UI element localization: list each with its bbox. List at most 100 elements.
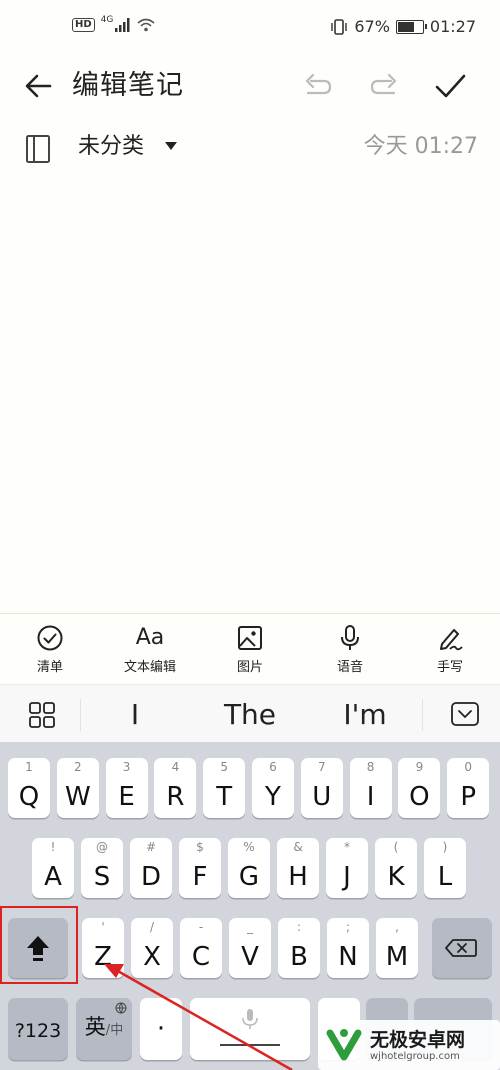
key-letter: L [437,862,453,892]
numbers-key-label: ?123 [14,1020,62,1042]
notebook-icon[interactable] [24,134,52,164]
key-hint: & [293,840,303,854]
save-button[interactable] [428,64,472,108]
key-m[interactable]: ,M [376,918,418,978]
logo-icon [326,1029,362,1061]
shift-key[interactable] [8,918,68,978]
key-x[interactable]: / X [131,918,173,978]
key-letter: U [312,782,332,812]
category-selector[interactable]: 未分类 [78,132,144,162]
dot-key-label: · [156,1014,166,1044]
key-hint: # [145,840,157,854]
key-t[interactable]: 5T [203,758,246,818]
key-hint: % [243,840,255,854]
dropdown-caret-icon[interactable] [164,138,178,152]
voice-button[interactable]: 语音 [300,614,400,684]
key-hint: : [296,920,302,934]
handwriting-label: 手写 [436,659,463,675]
redo-button[interactable] [362,64,406,108]
key-letter: I [366,782,375,812]
key-hint: 2 [73,760,82,774]
clock: 01:27 [429,17,476,36]
space-bar-line [220,1044,280,1046]
key-letter: F [192,862,208,892]
collapse-keyboard-icon[interactable] [450,701,480,727]
key-i[interactable]: 8I [349,758,392,818]
suggestion-1[interactable]: I [100,695,170,735]
signal-icon [115,18,130,32]
key-hint: 9 [415,760,424,774]
key-letter: V [241,942,259,972]
key-n[interactable]: ; N [327,918,369,978]
key-b[interactable]: :B [278,918,320,978]
key-letter: O [409,782,430,812]
hd-badge: HD [72,18,95,32]
key-p[interactable]: 0P [447,758,490,818]
key-h[interactable]: & H [277,838,319,898]
divider [80,699,81,731]
key-q[interactable]: 1Q [8,758,50,818]
numbers-key[interactable]: ?123 [8,998,68,1060]
key-letter: A [44,862,62,892]
back-button[interactable] [18,64,62,108]
checklist-button[interactable]: 清单 [0,614,100,684]
key-letter: Y [265,782,281,812]
key-letter: W [64,782,91,812]
handwriting-button[interactable]: 手写 [400,614,500,684]
text-format-button[interactable]: Aa 文本编辑 [100,614,200,684]
page-title: 编辑笔记 [72,70,184,101]
checklist-icon [37,625,63,650]
key-k[interactable]: (K [375,838,417,898]
key-hint: - [198,920,204,934]
key-hint: / [149,920,155,934]
key-c[interactable]: -C [180,918,222,978]
key-letter: C [191,942,211,972]
key-r[interactable]: 4R [154,758,197,818]
key-hint: ) [442,840,448,854]
undo-button[interactable] [296,64,340,108]
key-l[interactable]: ) L [424,838,466,898]
key-letter: E [118,782,135,812]
watermark-name: 无极安卓网 [370,1028,466,1051]
key-o[interactable]: 9O [398,758,441,818]
key-hint: ; [345,920,351,934]
language-english-label: 英 [84,1015,106,1039]
language-chinese-label: 中 [110,1023,124,1038]
key-letter: D [140,862,162,892]
key-u[interactable]: 7U [300,758,343,818]
shift-arrow-icon [27,936,49,961]
key-w[interactable]: 2W [56,758,99,818]
key-f[interactable]: $ F [179,838,221,898]
key-j[interactable]: * J [326,838,368,898]
wifi-icon [137,18,155,32]
language-switch-key[interactable]: 英/中 [76,998,132,1060]
key-g[interactable]: % G [228,838,270,898]
vibrate-icon [331,18,348,35]
key-a[interactable]: ! A [32,838,74,898]
key-hint: 1 [25,760,33,774]
space-key[interactable] [190,998,310,1060]
image-button[interactable]: 图片 [200,614,300,684]
format-toolbar: 清单 Aa 文本编辑 图片 语音 手写 [0,613,500,684]
dot-key[interactable]: · [140,998,182,1060]
key-s[interactable]: @ S [81,838,123,898]
key-e[interactable]: 3E [105,758,148,818]
note-editor[interactable] [0,180,500,612]
key-letter: G [238,862,260,892]
suggestion-3[interactable]: I'm [320,695,410,735]
key-hint: * [344,840,350,854]
microphone-icon [242,1009,258,1029]
back-arrow-icon [25,74,52,98]
backspace-key[interactable] [432,918,492,978]
keyboard-menu-grid-icon[interactable] [28,701,56,729]
text-format-label: 文本编辑 [123,659,176,675]
key-z[interactable]: ' Z [82,918,124,978]
suggestion-2[interactable]: The [200,695,300,735]
key-y[interactable]: 6Y [252,758,294,818]
key-v[interactable]: _ V [229,918,271,978]
text-format-icon: Aa [135,624,165,650]
key-d[interactable]: # D [130,838,172,898]
image-icon [238,625,262,650]
key-hint: 7 [317,760,326,774]
battery-icon [395,19,427,34]
